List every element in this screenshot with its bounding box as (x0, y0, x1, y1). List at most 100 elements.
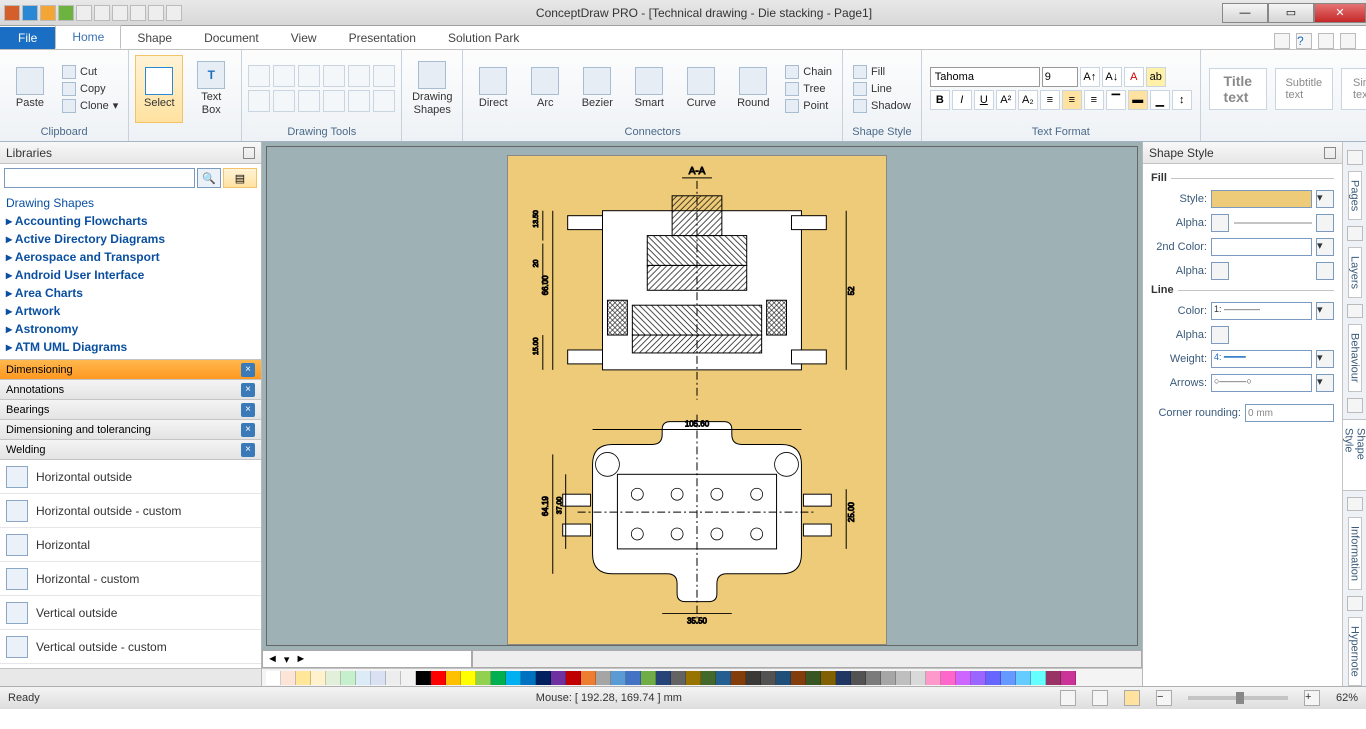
tab-layers[interactable]: Layers (1348, 247, 1362, 298)
swatch[interactable] (851, 671, 866, 685)
dropdown-icon[interactable]: ▾ (1316, 190, 1334, 208)
connector-smart[interactable]: Smart (625, 55, 673, 123)
swatch[interactable] (566, 671, 581, 685)
swatch[interactable] (446, 671, 461, 685)
swatch[interactable] (461, 671, 476, 685)
close-icon[interactable]: × (241, 363, 255, 377)
cat-bearings[interactable]: Bearings× (0, 400, 261, 420)
swatch[interactable] (491, 671, 506, 685)
swatch[interactable] (506, 671, 521, 685)
tab-hypernote[interactable]: Hypernote (1348, 617, 1362, 686)
swatch[interactable] (881, 671, 896, 685)
swatch[interactable] (296, 671, 311, 685)
swatch[interactable] (1061, 671, 1076, 685)
swatch[interactable] (626, 671, 641, 685)
lib-item[interactable]: ▸ Artwork (6, 302, 255, 320)
qat-icon[interactable] (148, 5, 164, 21)
tool[interactable] (348, 65, 370, 87)
shrink-font[interactable]: A↓ (1102, 67, 1122, 87)
cat-dimtol[interactable]: Dimensioning and tolerancing× (0, 420, 261, 440)
swatch[interactable] (611, 671, 626, 685)
info-icon[interactable] (1347, 497, 1363, 512)
swatch[interactable] (956, 671, 971, 685)
font-color[interactable]: A (1124, 67, 1144, 87)
swatch[interactable] (281, 671, 296, 685)
lib-item[interactable]: ▸ ATM UML Diagrams (6, 338, 255, 356)
connector-arc[interactable]: Arc (521, 55, 569, 123)
line-spacing[interactable]: ↕ (1172, 90, 1192, 110)
lib-item[interactable]: ▸ Astronomy (6, 320, 255, 338)
qat-icon[interactable] (22, 5, 38, 21)
line-color[interactable]: 1: ———— (1211, 302, 1312, 320)
window-icon[interactable] (1274, 33, 1290, 49)
alpha2-val[interactable] (1316, 262, 1334, 280)
align-top[interactable]: ▔ (1106, 90, 1126, 110)
view-toggle[interactable]: ▤ (223, 168, 257, 188)
swatch[interactable] (596, 671, 611, 685)
swatch[interactable] (476, 671, 491, 685)
connector-direct[interactable]: Direct (469, 55, 517, 123)
layers-icon[interactable] (1347, 226, 1363, 241)
pages-icon[interactable] (1347, 150, 1363, 165)
swatch[interactable] (386, 671, 401, 685)
bold[interactable]: B (930, 90, 950, 110)
swatch[interactable] (521, 671, 536, 685)
size-select[interactable] (1042, 67, 1078, 87)
swatch[interactable] (686, 671, 701, 685)
connector-tree[interactable]: Tree (781, 81, 836, 97)
close-icon[interactable]: × (241, 423, 255, 437)
swatch[interactable] (911, 671, 926, 685)
clone-button[interactable]: Clone ▾ (58, 98, 122, 114)
tool[interactable] (373, 90, 395, 112)
align-middle[interactable]: ▬ (1128, 90, 1148, 110)
align-right[interactable]: ≡ (1084, 90, 1104, 110)
second-color[interactable] (1211, 238, 1312, 256)
swatch[interactable] (266, 671, 281, 685)
qat-icon[interactable] (76, 5, 92, 21)
swatch[interactable] (416, 671, 431, 685)
swatch[interactable] (971, 671, 986, 685)
swatch[interactable] (311, 671, 326, 685)
cat-annotations[interactable]: Annotations× (0, 380, 261, 400)
help-icon[interactable]: ? (1296, 33, 1312, 49)
swatch[interactable] (356, 671, 371, 685)
zoom-tool-icon[interactable] (1092, 690, 1108, 706)
swatch[interactable] (326, 671, 341, 685)
swatch[interactable] (746, 671, 761, 685)
highlight[interactable]: ab (1146, 67, 1166, 87)
align-center[interactable]: ≡ (1062, 90, 1082, 110)
swatch[interactable] (776, 671, 791, 685)
swatch[interactable] (791, 671, 806, 685)
qat-icon[interactable] (40, 5, 56, 21)
lib-item[interactable]: ▸ Android User Interface (6, 266, 255, 284)
swatch[interactable] (716, 671, 731, 685)
shape-item[interactable]: Horizontal (0, 528, 261, 562)
zoom-slider[interactable] (1188, 696, 1288, 700)
tool[interactable] (298, 90, 320, 112)
qat-icon[interactable] (94, 5, 110, 21)
qat-icon[interactable] (4, 5, 20, 21)
zoom-out-icon[interactable]: − (1156, 690, 1172, 706)
swatch[interactable] (821, 671, 836, 685)
tool[interactable] (248, 90, 270, 112)
swatch[interactable] (656, 671, 671, 685)
swatch[interactable] (551, 671, 566, 685)
swatch[interactable] (1001, 671, 1016, 685)
alpha-val[interactable] (1316, 214, 1334, 232)
connector-point[interactable]: Point (781, 98, 836, 114)
drawing-shapes-button[interactable]: Drawing Shapes (408, 55, 456, 123)
tool[interactable] (273, 90, 295, 112)
pan-icon[interactable] (1060, 690, 1076, 706)
line-arrows[interactable]: ○———○ (1211, 374, 1312, 392)
swatch[interactable] (761, 671, 776, 685)
fill-button[interactable]: Fill (849, 64, 915, 80)
swatch[interactable] (341, 671, 356, 685)
hscroll-track[interactable] (472, 650, 1142, 668)
tool[interactable] (323, 90, 345, 112)
qat-icon[interactable] (166, 5, 182, 21)
swatch[interactable] (731, 671, 746, 685)
lib-item[interactable]: ▸ Area Charts (6, 284, 255, 302)
dropdown-icon[interactable]: ▾ (1316, 374, 1334, 392)
connector-round[interactable]: Round (729, 55, 777, 123)
pin-icon[interactable] (1324, 147, 1336, 159)
